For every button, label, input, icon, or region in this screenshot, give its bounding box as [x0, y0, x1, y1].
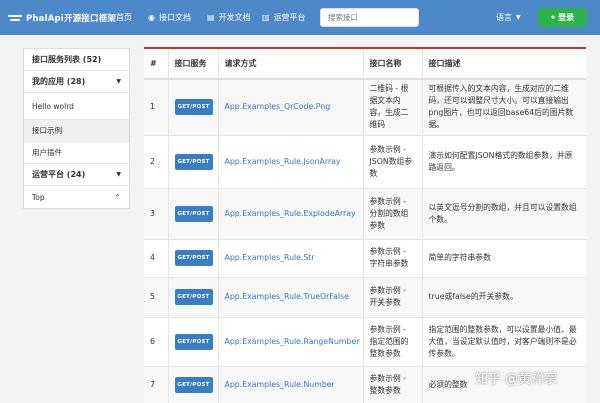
row-num: 4 — [144, 239, 169, 278]
sidebar: 接口服务列表 (52) 我的应用 (28) ▼ Hello wolrd 接口示例… — [23, 48, 130, 209]
api-desc: 简单的字符串参数 — [422, 239, 586, 278]
table-header-row: # 接口服务 请求方式 接口名称 接口描述 — [144, 49, 586, 80]
col-header-request-method: 请求方式 — [218, 49, 364, 80]
sidebar-item-label: 用户插件 — [32, 148, 62, 157]
api-desc: 可根据传入的文本内容，生成对应的二维码，还可以调整尺寸大小。可以直接输出png图… — [422, 79, 586, 136]
row-num: 1 — [144, 79, 169, 136]
row-num: 5 — [144, 277, 169, 318]
sidebar-service-list-label: 接口服务列表 (52) — [32, 55, 102, 64]
nav-home[interactable]: 首页 — [116, 0, 132, 35]
table-row: 1 GET/POST App.Examples_QrCode.Png 二维码 -… — [144, 79, 586, 136]
brand[interactable]: PhalApi开源接口框架 — [8, 0, 116, 35]
sidebar-top[interactable]: Top ⌃ — [24, 186, 129, 208]
method-badge: GET/POST — [174, 377, 213, 393]
api-link[interactable]: App.Examples_Rule.ExplodeArray — [225, 209, 356, 218]
nav-dev-docs[interactable]: ▤ 开发文档 — [207, 0, 251, 35]
sidebar-item-user-plugin[interactable]: 用户插件 — [24, 142, 129, 164]
sidebar-ops-platform-label: 运营平台 (24) — [32, 170, 86, 179]
logo-icon — [8, 14, 22, 22]
api-name: 参数示例 - 分割的数组参数 — [363, 188, 423, 240]
api-name: 二维码 - 根据文本内容，生成二维码 — [363, 79, 423, 136]
api-table-panel: # 接口服务 请求方式 接口名称 接口描述 1 GET/POST App.Exa… — [144, 47, 586, 403]
nav-ops-platform[interactable]: ▥ 运营平台 — [262, 0, 306, 35]
sidebar-item-label: Hello wolrd — [32, 101, 74, 111]
nav-dev-docs-label: 开发文档 — [218, 13, 251, 22]
method-badge: GET/POST — [174, 289, 213, 305]
login-button[interactable]: ● 登录 — [538, 8, 587, 27]
api-link[interactable]: App.Examples_QrCode.Png — [225, 102, 331, 111]
nav-api-docs[interactable]: ◉ 接口文档 — [148, 0, 191, 35]
api-link[interactable]: App.Examples_Rule.Number — [225, 380, 335, 389]
sidebar-item-label: 接口示例 — [32, 126, 62, 135]
search-input[interactable] — [320, 8, 419, 27]
login-label: 登录 — [558, 13, 575, 22]
api-desc: 以英文逗号分割的数组，并且可以设置数组个数。 — [422, 188, 586, 240]
sidebar-my-apps[interactable]: 我的应用 (28) ▼ — [24, 71, 129, 93]
sidebar-service-list[interactable]: 接口服务列表 (52) — [24, 49, 129, 71]
watermark: 知乎 @黄禅宗 — [475, 368, 557, 387]
brand-name: PhalApi开源接口框架 — [26, 13, 117, 24]
user-icon: ● — [550, 14, 556, 21]
table-row: 3 GET/POST App.Examples_Rule.ExplodeArra… — [144, 188, 586, 240]
file-icon: ▤ — [207, 13, 215, 22]
nav-ops-platform-label: 运营平台 — [273, 13, 306, 22]
api-name: 参数示例 - JSON数组参数 — [363, 135, 423, 189]
table-row: 2 GET/POST App.Examples_Rule.JsonArray 参… — [144, 135, 586, 189]
method-badge: GET/POST — [174, 99, 213, 116]
sidebar-item-hello-world[interactable]: Hello wolrd — [24, 93, 129, 120]
language-label: 语言 — [496, 13, 512, 22]
table-row: 4 GET/POST App.Examples_Rule.Str 参数示例 - … — [144, 239, 586, 278]
row-num: 6 — [144, 317, 169, 367]
row-num: 7 — [144, 366, 169, 403]
api-link[interactable]: App.Examples_Rule.Str — [225, 253, 315, 262]
sidebar-item-api-examples[interactable]: 接口示例 — [24, 120, 129, 142]
row-num: 3 — [144, 188, 169, 240]
nav-api-docs-label: 接口文档 — [158, 13, 191, 22]
nav-home-label: 首页 — [116, 13, 132, 22]
col-header-service: 接口服务 — [168, 49, 219, 80]
api-link[interactable]: App.Examples_Rule.JsonArray — [225, 157, 341, 166]
top-navbar: PhalApi开源接口框架 首页 ◉ 接口文档 ▤ 开发文档 ▥ 运营平台 语言… — [0, 0, 600, 35]
api-desc: 指定范围的整数参数，可以设置最小值、最大值，当设定默认值时，对客户端则不是必传参… — [422, 317, 586, 367]
sidebar-my-apps-label: 我的应用 (28) — [32, 77, 86, 86]
caret-down-icon: ▼ — [516, 14, 521, 21]
table-row: 6 GET/POST App.Examples_Rule.RangeNumber… — [144, 317, 586, 367]
api-name: 参数示例 - 指定范围的整数参数 — [363, 317, 423, 367]
method-badge: GET/POST — [174, 153, 213, 170]
api-table: # 接口服务 请求方式 接口名称 接口描述 1 GET/POST App.Exa… — [144, 49, 586, 403]
sidebar-ops-platform[interactable]: 运营平台 (24) ▼ — [24, 164, 129, 186]
col-header-num: # — [144, 49, 169, 80]
language-dropdown[interactable]: 语言 ▼ — [496, 0, 521, 35]
sidebar-top-label: Top — [32, 192, 45, 202]
table-row: 5 GET/POST App.Examples_Rule.TrueOrFalse… — [144, 277, 586, 318]
col-header-api-desc: 接口描述 — [422, 49, 586, 80]
api-desc: 演示如何配置JSON格式的数组参数，并原路返回。 — [422, 135, 586, 189]
watermark-text: 知乎 @黄禅宗 — [475, 372, 558, 387]
api-name: 参数示例 - 整数参数 — [363, 366, 423, 403]
caret-down-icon: ▼ — [116, 78, 121, 85]
row-num: 2 — [144, 135, 169, 189]
method-badge: GET/POST — [174, 333, 213, 350]
double-chevron-up-icon: ⌃ — [114, 192, 121, 202]
api-link[interactable]: App.Examples_Rule.RangeNumber — [225, 337, 360, 346]
method-badge: GET/POST — [174, 250, 213, 266]
method-badge: GET/POST — [174, 205, 213, 222]
api-link[interactable]: App.Examples_Rule.TrueOrFalse — [225, 292, 349, 301]
api-name: 参数示例 - 开关参数 — [363, 277, 423, 318]
api-name: 参数示例 - 字符串参数 — [363, 239, 423, 278]
api-desc: true或false的开关参数。 — [422, 277, 586, 318]
chart-icon: ▥ — [262, 13, 270, 22]
caret-down-icon: ▼ — [116, 171, 121, 178]
col-header-api-name: 接口名称 — [363, 49, 423, 80]
globe-icon: ◉ — [148, 13, 155, 22]
